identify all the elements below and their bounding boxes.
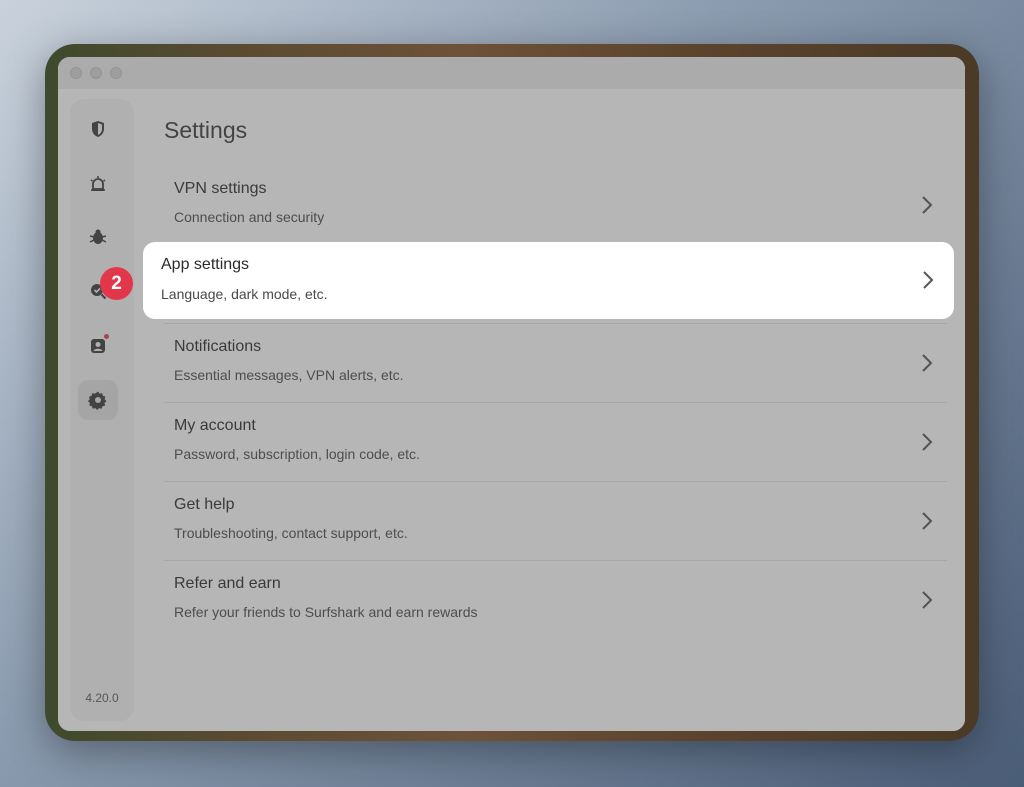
settings-row-account[interactable]: My account Password, subscription, login…	[164, 403, 947, 482]
row-subtitle: Refer your friends to Surfshark and earn…	[174, 604, 478, 620]
zoom-window-button[interactable]	[110, 67, 122, 79]
sidebar-item-settings[interactable]	[78, 380, 118, 420]
row-title: Get help	[174, 496, 235, 513]
row-subtitle: Connection and security	[174, 209, 325, 225]
chevron-right-icon	[922, 196, 933, 214]
settings-row-help[interactable]: Get help Troubleshooting, contact suppor…	[164, 482, 947, 561]
settings-list: VPN settings Connection and security App…	[164, 166, 947, 640]
app-window: 4.20.0 Settings VPN settings Connection …	[58, 57, 965, 731]
chevron-right-icon	[922, 433, 933, 451]
sidebar: 4.20.0	[70, 99, 134, 721]
row-title: Refer and earn	[174, 575, 281, 592]
app-version: 4.20.0	[85, 691, 119, 705]
vpn-shield-icon	[92, 121, 104, 137]
sidebar-item-alert[interactable]	[78, 164, 118, 204]
row-title: Notifications	[174, 338, 262, 355]
close-window-button[interactable]	[70, 67, 82, 79]
highlighted-app-settings-row[interactable]: App settings Language, dark mode, etc.	[143, 242, 954, 319]
row-title: VPN settings	[174, 180, 267, 197]
chevron-right-icon	[922, 512, 933, 530]
row-title: App settings	[161, 256, 250, 273]
row-subtitle: Troubleshooting, contact support, etc.	[174, 525, 408, 541]
settings-panel: Settings VPN settings Connection and sec…	[134, 89, 965, 731]
alert-icon	[90, 176, 106, 191]
contacts-icon	[91, 339, 105, 353]
page-title: Settings	[164, 117, 248, 143]
row-subtitle: Language, dark mode, etc.	[161, 286, 328, 302]
row-subtitle: Password, subscription, login code, etc.	[174, 446, 420, 462]
sidebar-item-vpn[interactable]	[78, 109, 118, 149]
chevron-right-icon	[922, 354, 933, 372]
minimize-window-button[interactable]	[90, 67, 102, 79]
settings-row-refer[interactable]: Refer and earn Refer your friends to Sur…	[164, 561, 947, 640]
chevron-right-icon	[923, 271, 934, 289]
row-title: My account	[174, 417, 256, 434]
sidebar-item-antivirus[interactable]	[78, 217, 118, 257]
step-badge: 2	[100, 267, 133, 300]
sidebar-item-contacts[interactable]	[78, 326, 118, 366]
gear-icon	[88, 391, 107, 410]
notification-dot	[104, 334, 109, 339]
settings-row-notifications[interactable]: Notifications Essential messages, VPN al…	[164, 324, 947, 403]
row-subtitle: Essential messages, VPN alerts, etc.	[174, 367, 404, 383]
chevron-right-icon	[922, 591, 933, 609]
settings-row-vpn[interactable]: VPN settings Connection and security	[164, 166, 947, 245]
title-bar	[58, 57, 965, 89]
antivirus-bug-icon	[89, 229, 107, 244]
